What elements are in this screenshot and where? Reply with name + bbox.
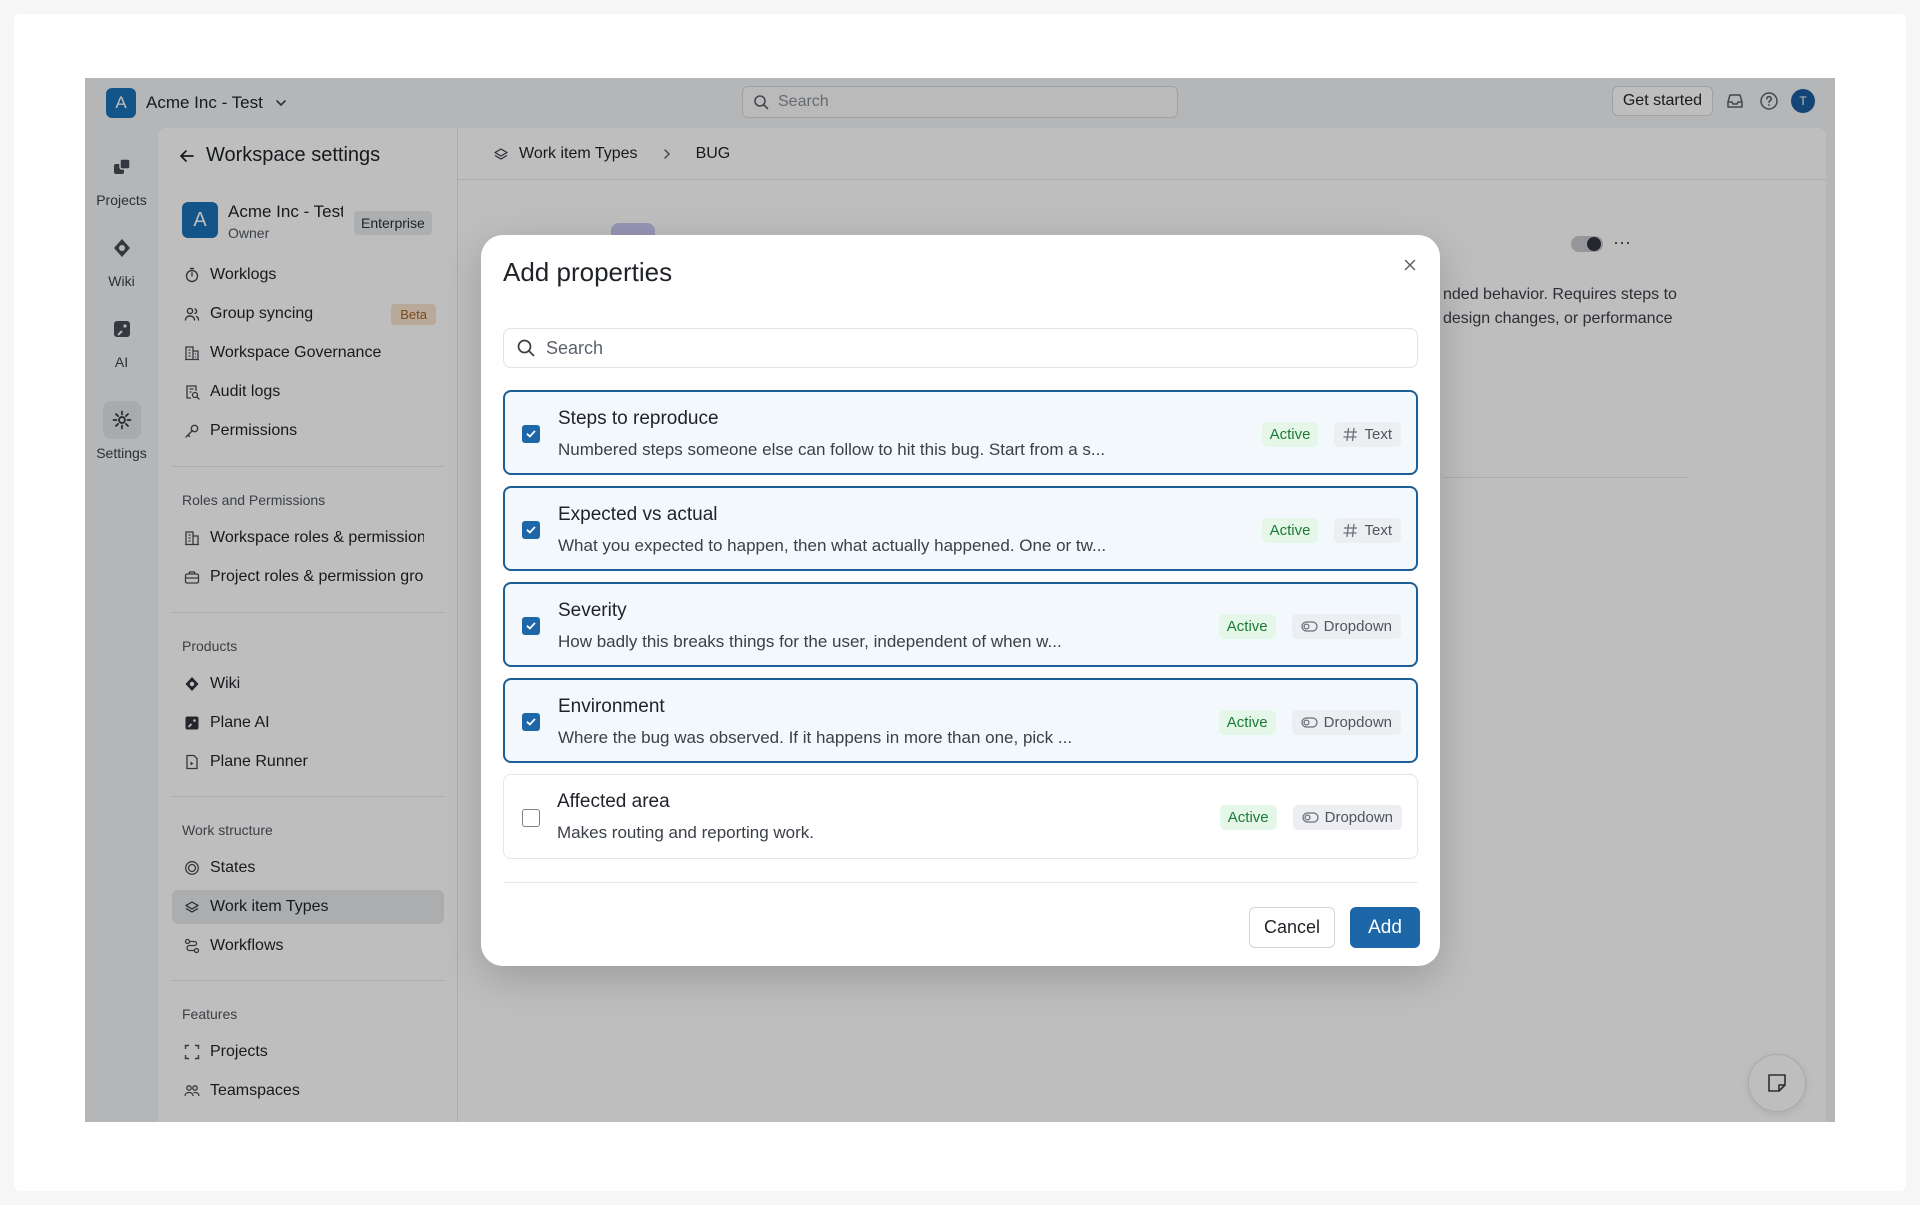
property-tags: Active Dropdown xyxy=(1218,614,1401,639)
property-tags: Active Text xyxy=(1261,422,1401,447)
property-name: Steps to reproduce xyxy=(558,408,719,429)
status-badge: Active xyxy=(1218,614,1276,639)
add-button[interactable]: Add xyxy=(1350,907,1420,948)
property-name: Expected vs actual xyxy=(558,504,718,525)
check-icon xyxy=(526,718,536,726)
property-search-input[interactable] xyxy=(546,337,1406,359)
property-search xyxy=(503,328,1418,368)
property-checkbox[interactable] xyxy=(522,809,540,827)
hash-icon xyxy=(1343,427,1358,442)
property-name: Severity xyxy=(558,600,627,621)
hash-icon xyxy=(1343,523,1358,538)
property-description: Numbered steps someone else can follow t… xyxy=(558,440,1106,459)
property-checkbox[interactable] xyxy=(522,521,540,539)
property-name: Affected area xyxy=(557,791,670,812)
property-row-affected-area[interactable]: Affected area Makes routing and reportin… xyxy=(503,774,1418,859)
modal-title: Add properties xyxy=(503,257,673,287)
status-badge: Active xyxy=(1261,518,1319,543)
status-badge: Active xyxy=(1218,710,1276,735)
toggle-icon xyxy=(1301,812,1319,823)
type-badge: Dropdown xyxy=(1291,710,1401,735)
type-label: Dropdown xyxy=(1324,809,1393,826)
property-row-expected-vs-actual[interactable]: Expected vs actual What you expected to … xyxy=(503,486,1418,571)
property-description: Makes routing and reporting work. xyxy=(557,823,815,842)
type-badge: Text xyxy=(1334,518,1401,543)
close-icon[interactable] xyxy=(1400,255,1420,275)
cancel-button[interactable]: Cancel xyxy=(1249,907,1335,948)
type-label: Text xyxy=(1364,426,1392,443)
modal-footer-divider xyxy=(503,882,1418,883)
property-checkbox[interactable] xyxy=(522,617,540,635)
type-badge: Dropdown xyxy=(1292,805,1402,830)
property-row-steps-to-reproduce[interactable]: Steps to reproduce Numbered steps someon… xyxy=(503,390,1418,475)
check-icon xyxy=(526,526,536,534)
property-name: Environment xyxy=(558,696,665,717)
search-icon xyxy=(517,339,535,357)
property-checkbox[interactable] xyxy=(522,713,540,731)
add-properties-modal: Add properties Steps to reproduce Number… xyxy=(481,235,1440,966)
check-icon xyxy=(526,622,536,630)
status-badge: Active xyxy=(1219,805,1277,830)
type-badge: Dropdown xyxy=(1291,614,1401,639)
property-description: What you expected to happen, then what a… xyxy=(558,536,1107,555)
type-label: Text xyxy=(1364,522,1392,539)
property-tags: Active Dropdown xyxy=(1218,710,1401,735)
toggle-icon xyxy=(1300,621,1318,632)
property-description: How badly this breaks things for the use… xyxy=(558,632,1062,651)
property-tags: Active Text xyxy=(1261,518,1401,543)
property-description: Where the bug was observed. If it happen… xyxy=(558,728,1073,747)
type-label: Dropdown xyxy=(1323,618,1392,635)
property-checkbox[interactable] xyxy=(522,425,540,443)
property-row-environment[interactable]: Environment Where the bug was observed. … xyxy=(503,678,1418,763)
type-label: Dropdown xyxy=(1323,714,1392,731)
check-icon xyxy=(526,430,536,438)
toggle-icon xyxy=(1300,717,1318,728)
property-row-severity[interactable]: Severity How badly this breaks things fo… xyxy=(503,582,1418,667)
property-tags: Active Dropdown xyxy=(1219,805,1402,830)
status-badge: Active xyxy=(1261,422,1319,447)
type-badge: Text xyxy=(1334,422,1401,447)
